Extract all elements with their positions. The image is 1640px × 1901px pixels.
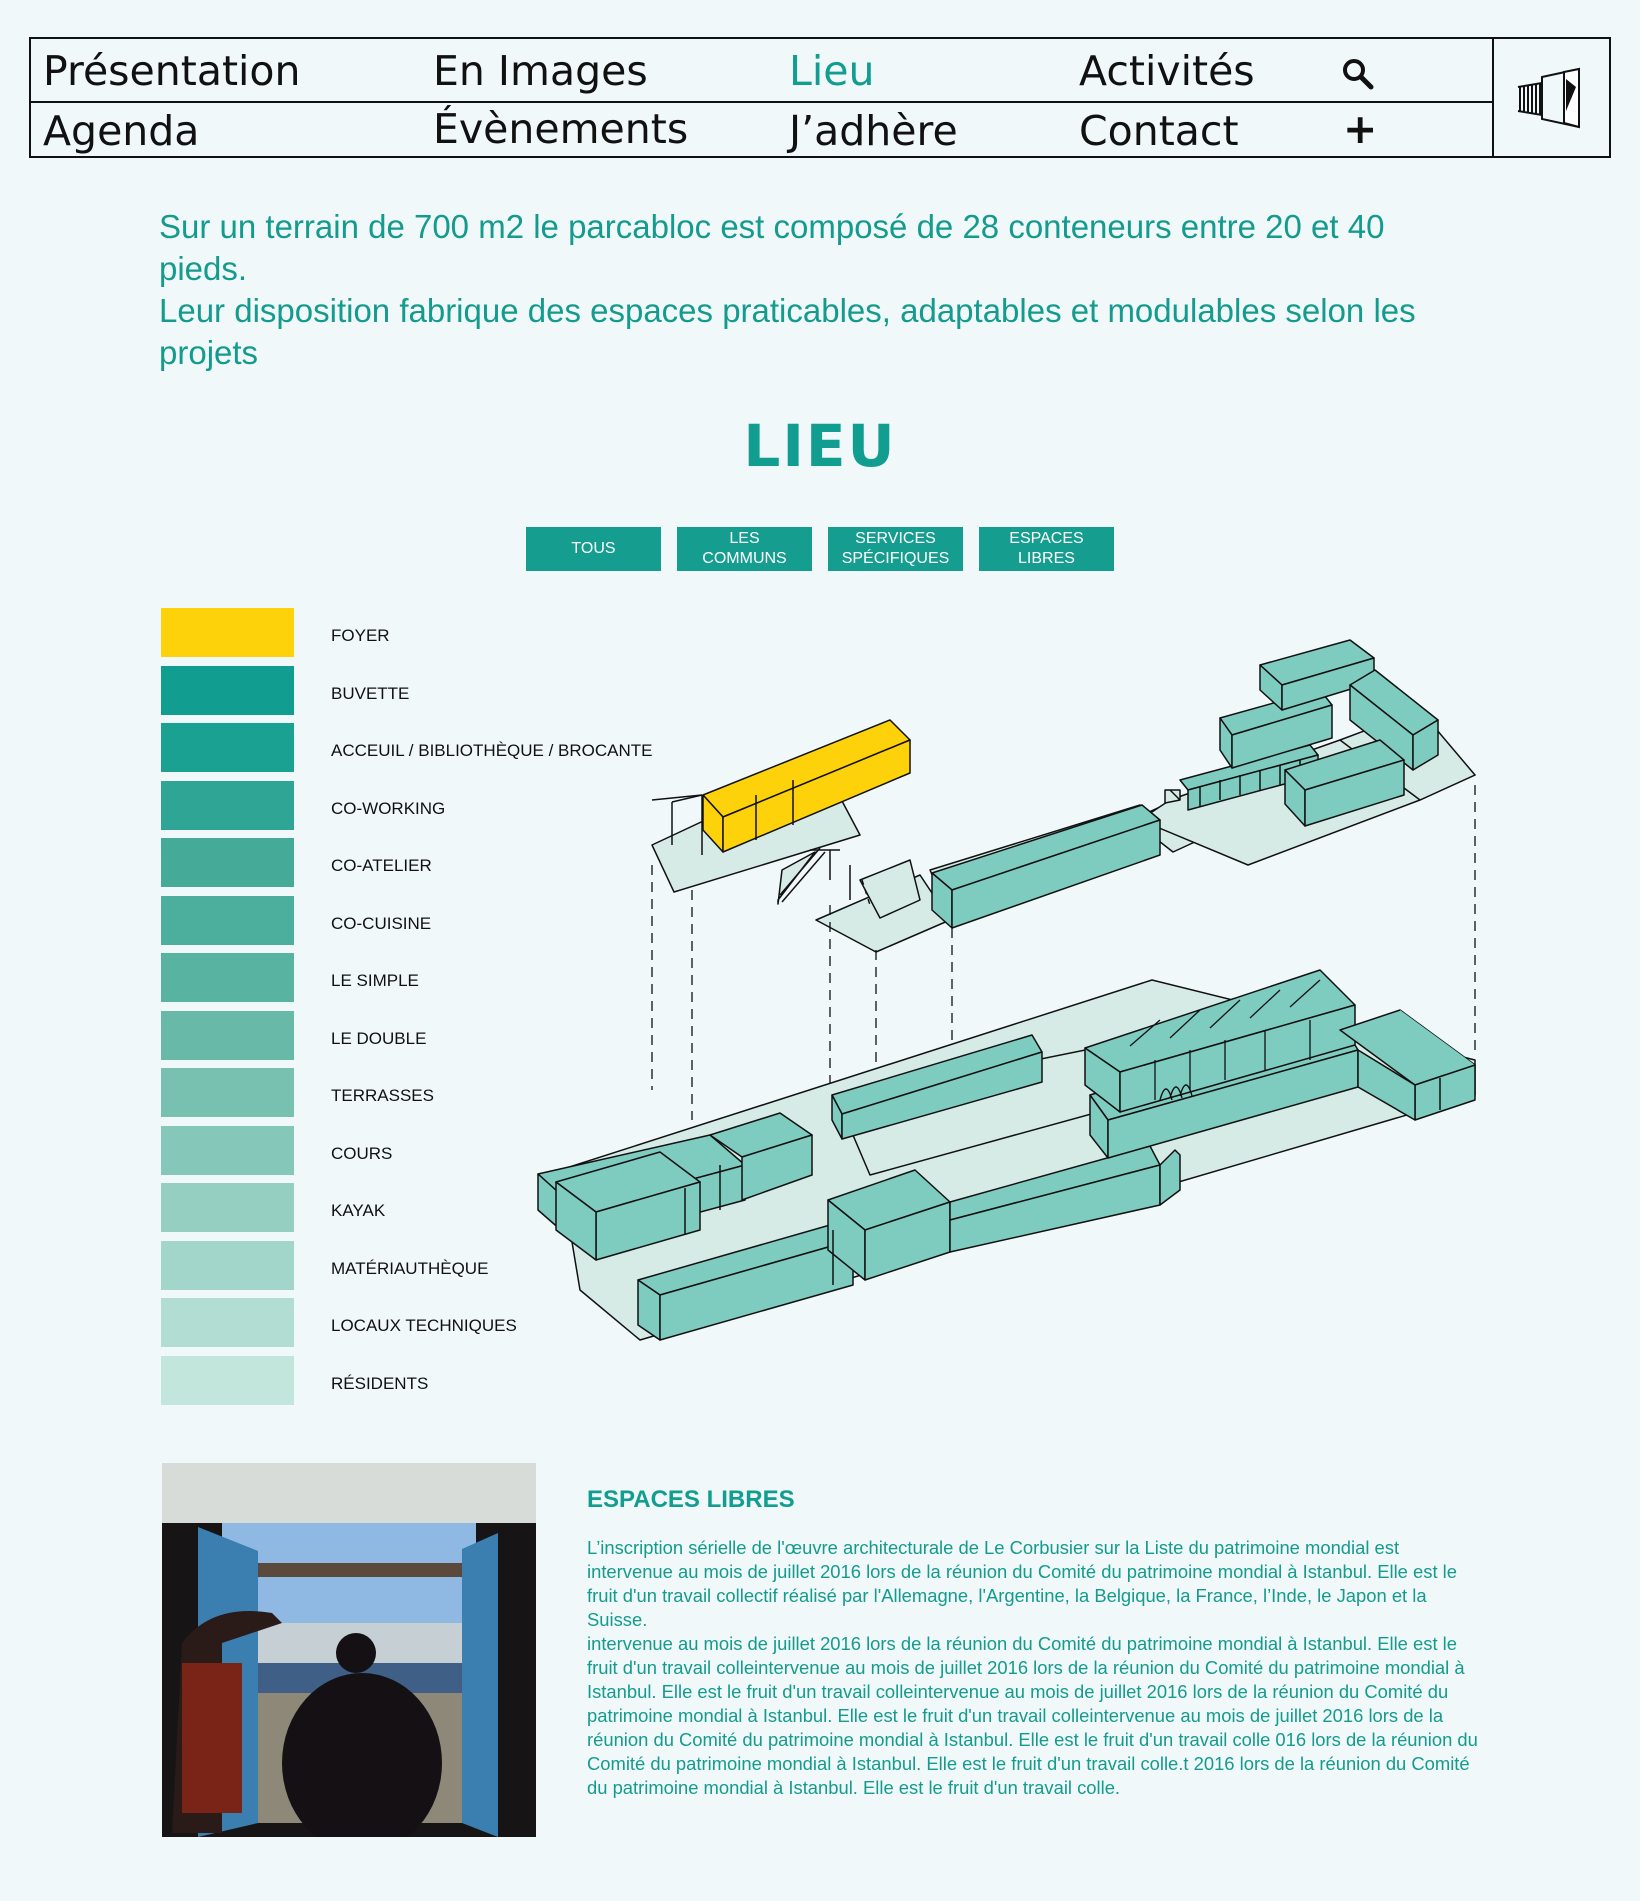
container-doorway-image [162,1463,536,1837]
espaces-paragraph-2: intervenue au mois de juillet 2016 lors … [587,1633,1478,1798]
legend-swatch[interactable] [161,1240,294,1290]
espaces-libres-body: L’inscription sérielle de l'œuvre archit… [587,1536,1487,1800]
legend-label[interactable]: BUVETTE [331,684,409,704]
legend-label[interactable]: LE SIMPLE [331,971,419,991]
nav-evenements[interactable]: Évènements [433,109,688,150]
intro-line-2: Leur disposition fabrique des espaces pr… [159,292,1416,371]
legend-label[interactable]: RÉSIDENTS [331,1374,428,1394]
filter-tous-button[interactable]: TOUS [526,527,661,571]
legend-swatch[interactable] [161,665,294,715]
legend-swatch[interactable] [161,780,294,830]
legend-swatch[interactable] [161,895,294,945]
main-navigation: Présentation En Images Lieu Activités Ag… [29,37,1611,158]
legend-swatch[interactable] [161,838,294,887]
legend-swatch[interactable] [161,1068,294,1117]
legend-swatch[interactable] [161,1010,294,1060]
legend-swatch[interactable] [161,1298,294,1347]
legend-swatch[interactable] [161,608,294,657]
nav-jadhere[interactable]: J’adhère [789,111,958,152]
intro-line-1: Sur un terrain de 700 m2 le parcabloc es… [159,208,1385,287]
legend-label[interactable]: FOYER [331,626,390,646]
legend-swatch[interactable] [161,1125,294,1175]
nav-divider [31,101,1492,103]
legend-label[interactable]: COURS [331,1144,392,1164]
nav-contact[interactable]: Contact [1079,111,1239,152]
nav-lieu[interactable]: Lieu [789,51,874,92]
photo-espaces-libres [162,1463,536,1837]
nav-activites[interactable]: Activités [1079,51,1255,92]
plus-icon[interactable]: + [1343,109,1377,150]
legend-label[interactable]: TERRASSES [331,1086,434,1106]
legend-label[interactable]: MATÉRIAUTHÈQUE [331,1259,488,1279]
espaces-libres-title: ESPACES LIBRES [587,1486,795,1513]
nav-agenda[interactable]: Agenda [43,111,199,152]
legend-label[interactable]: CO-ATELIER [331,856,432,876]
site-isometric-plan [537,639,1476,1341]
container-logo-icon [1517,67,1580,129]
legend-label[interactable]: CO-WORKING [331,799,445,819]
filter-espaces-libres-button[interactable]: ESPACES LIBRES [979,527,1114,571]
filter-communs-button[interactable]: LES COMMUNS [677,527,812,571]
legend-swatch[interactable] [161,1355,294,1405]
legend-swatch[interactable] [161,953,294,1002]
intro-text: Sur un terrain de 700 m2 le parcabloc es… [159,206,1479,374]
nav-presentation[interactable]: Présentation [43,51,301,92]
legend-swatch[interactable] [161,1183,294,1232]
search-icon[interactable] [1341,57,1375,95]
espaces-paragraph-1: L’inscription sérielle de l'œuvre archit… [587,1537,1457,1630]
legend-swatch[interactable] [161,723,294,772]
nav-menu: Présentation En Images Lieu Activités Ag… [31,39,1492,156]
legend-label[interactable]: CO-CUISINE [331,914,431,934]
legend-label[interactable]: LE DOUBLE [331,1029,426,1049]
legend-label[interactable]: LOCAUX TECHNIQUES [331,1316,517,1336]
legend-label[interactable]: KAYAK [331,1201,385,1221]
filter-services-button[interactable]: SERVICES SPÉCIFIQUES [828,527,963,571]
page-title: LIEU [743,412,897,480]
logo[interactable] [1492,39,1609,156]
nav-en-images[interactable]: En Images [433,51,648,92]
